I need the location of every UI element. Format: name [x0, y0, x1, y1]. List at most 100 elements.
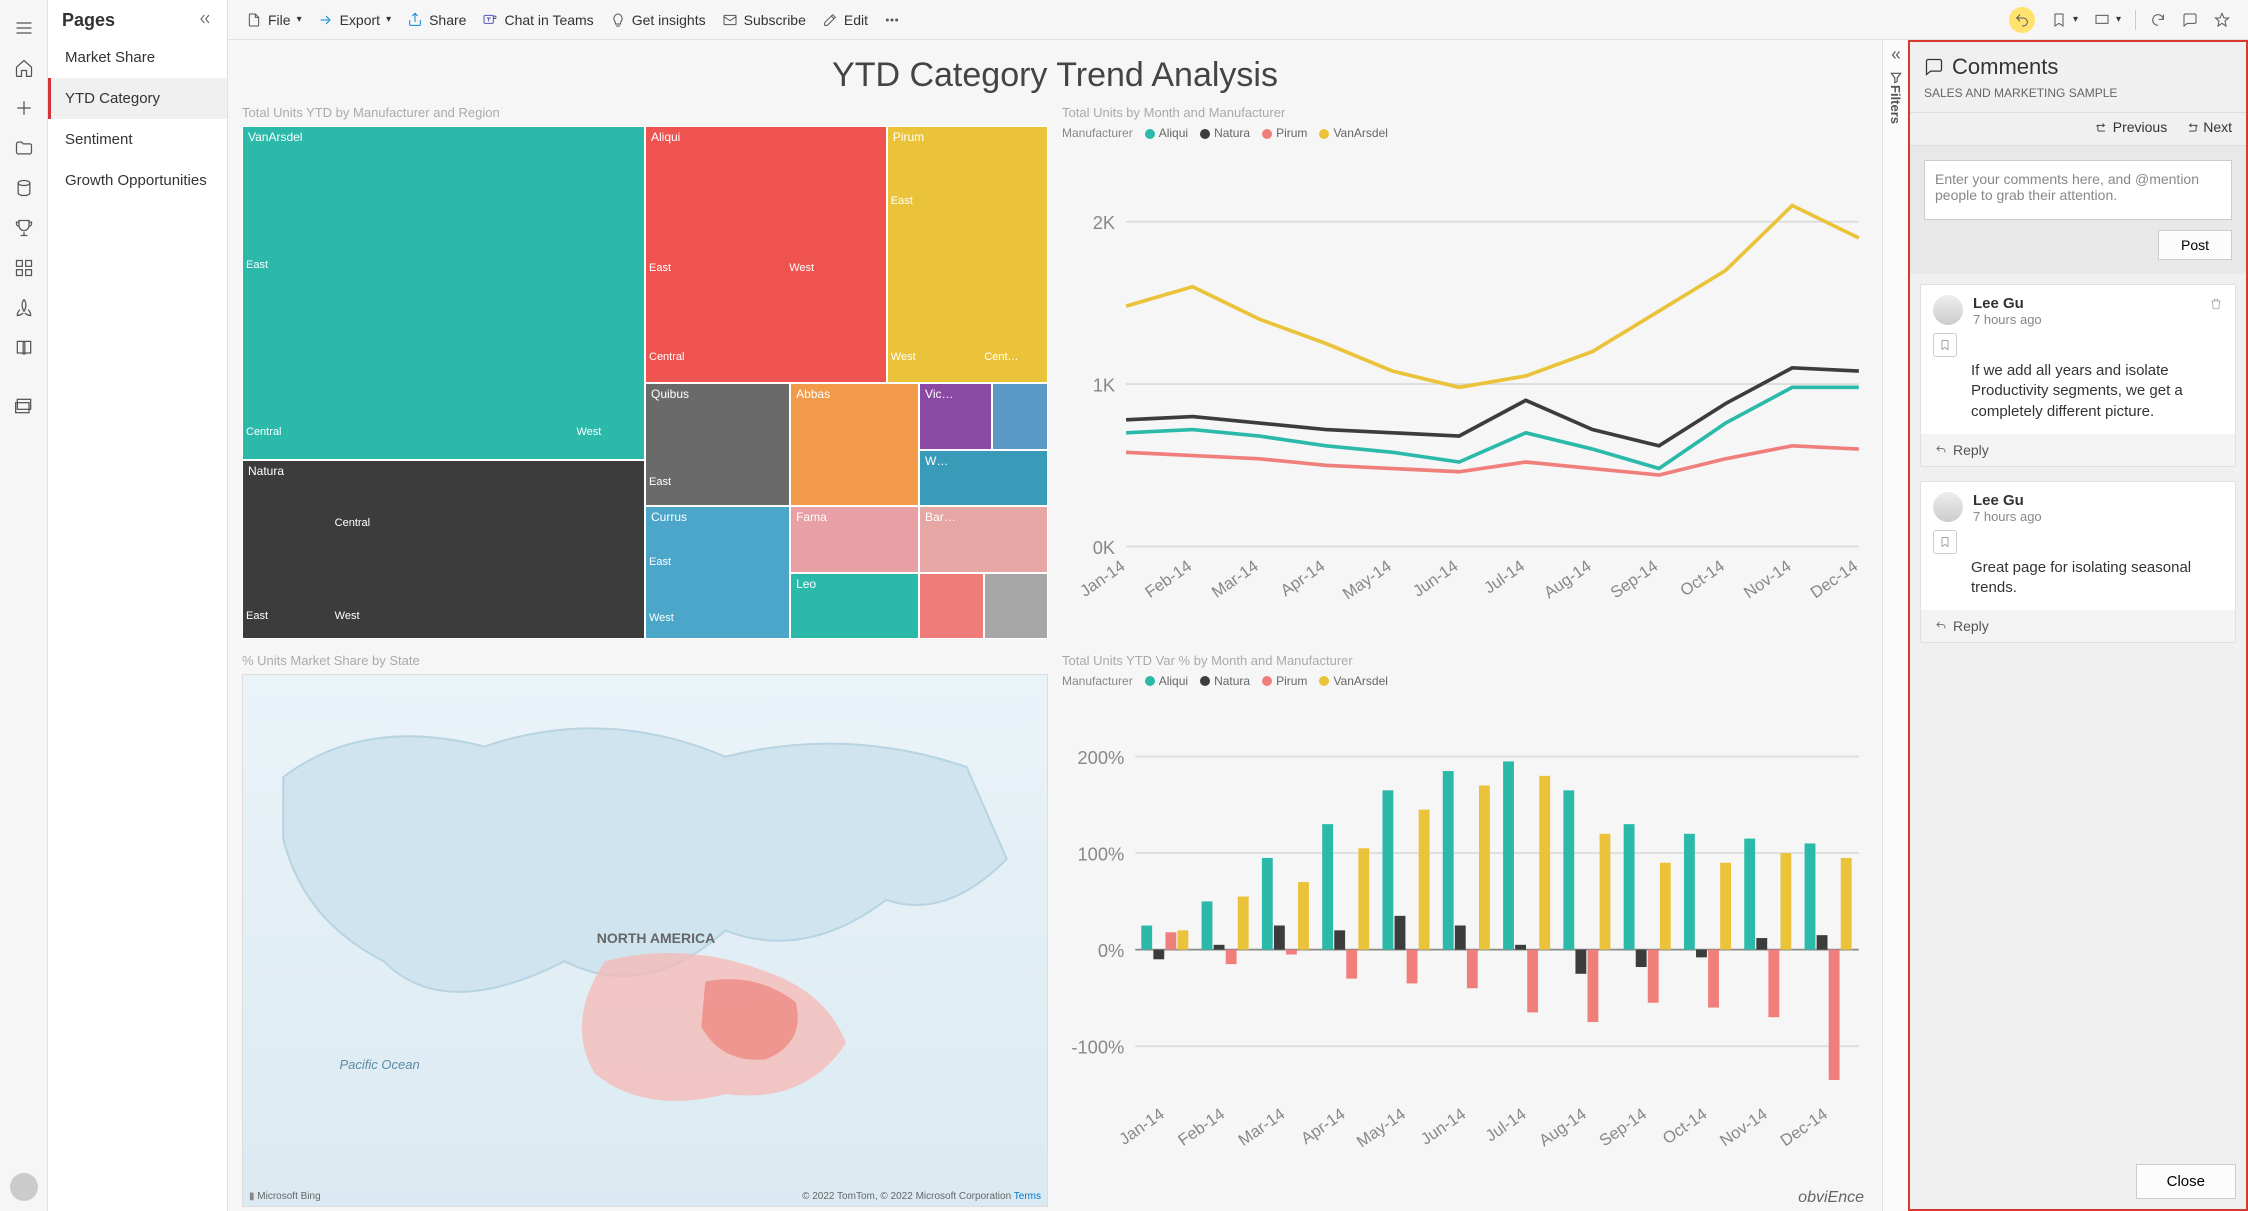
- comment-avatar: [1933, 295, 1963, 325]
- svg-text:Sep-14: Sep-14: [1596, 1104, 1650, 1149]
- svg-text:0%: 0%: [1098, 939, 1124, 960]
- svg-text:Jul-14: Jul-14: [1481, 557, 1528, 597]
- svg-text:Jun-14: Jun-14: [1418, 1104, 1470, 1148]
- comment-avatar: [1933, 492, 1963, 522]
- map-terms-link[interactable]: Terms: [1014, 1191, 1041, 1202]
- left-nav-rail: [0, 0, 48, 1211]
- home-icon[interactable]: [0, 48, 48, 88]
- delete-comment-icon[interactable]: [2209, 297, 2223, 314]
- svg-text:Mar-14: Mar-14: [1209, 557, 1262, 602]
- svg-text:Feb-14: Feb-14: [1142, 557, 1195, 602]
- map-visual[interactable]: % Units Market Share by State NORTH AMER…: [242, 653, 1048, 1187]
- svg-text:Oct-14: Oct-14: [1677, 557, 1728, 600]
- subscribe-button[interactable]: Subscribe: [714, 8, 814, 32]
- data-hub-icon[interactable]: [0, 168, 48, 208]
- close-comments-button[interactable]: Close: [2136, 1164, 2236, 1199]
- learn-icon[interactable]: [0, 328, 48, 368]
- report-toolbar: File▾ Export▾ Share Chat in Teams Get in…: [228, 0, 2248, 40]
- svg-text:Dec-14: Dec-14: [1807, 557, 1861, 602]
- chat-teams-button[interactable]: Chat in Teams: [474, 8, 601, 32]
- expand-filters-icon[interactable]: [1889, 48, 1903, 65]
- svg-text:Feb-14: Feb-14: [1175, 1104, 1228, 1149]
- svg-text:Mar-14: Mar-14: [1235, 1104, 1288, 1149]
- deployment-icon[interactable]: [0, 288, 48, 328]
- svg-text:Jan-14: Jan-14: [1077, 557, 1129, 601]
- comments-prev-button[interactable]: Previous: [2095, 119, 2167, 135]
- reset-button[interactable]: [2001, 3, 2043, 37]
- report-title: YTD Category Trend Analysis: [242, 56, 1868, 95]
- edit-button[interactable]: Edit: [814, 8, 876, 32]
- bookmark-link-icon[interactable]: [1933, 530, 1957, 554]
- svg-text:Aug-14: Aug-14: [1541, 557, 1595, 602]
- menu-icon[interactable]: [0, 8, 48, 48]
- svg-text:0K: 0K: [1093, 537, 1115, 558]
- svg-text:Sep-14: Sep-14: [1607, 557, 1661, 602]
- svg-text:May-14: May-14: [1354, 1104, 1409, 1150]
- user-avatar[interactable]: [10, 1173, 38, 1201]
- pages-panel: Pages Market ShareYTD CategorySentimentG…: [48, 0, 228, 1211]
- browse-icon[interactable]: [0, 128, 48, 168]
- page-item[interactable]: Market Share: [48, 37, 227, 78]
- comment-body: Great page for isolating seasonal trends…: [1921, 554, 2235, 611]
- create-icon[interactable]: [0, 88, 48, 128]
- share-button[interactable]: Share: [399, 8, 474, 32]
- comment-body: If we add all years and isolate Producti…: [1921, 357, 2235, 434]
- comment-icon: [1924, 57, 1944, 77]
- svg-text:Dec-14: Dec-14: [1777, 1104, 1831, 1149]
- view-button[interactable]: ▾: [2086, 8, 2129, 32]
- footer-logo: obviEnce: [1798, 1189, 1864, 1207]
- svg-text:1K: 1K: [1093, 374, 1115, 395]
- apps-icon[interactable]: [0, 248, 48, 288]
- goals-icon[interactable]: [0, 208, 48, 248]
- svg-text:Jul-14: Jul-14: [1482, 1104, 1529, 1144]
- page-item[interactable]: Growth Opportunities: [48, 160, 227, 201]
- comment-author: Lee Gu: [1973, 295, 2042, 312]
- report-canvas: YTD Category Trend Analysis Total Units …: [228, 40, 1882, 1211]
- svg-text:Jan-14: Jan-14: [1116, 1104, 1168, 1148]
- svg-text:Apr-14: Apr-14: [1277, 557, 1328, 600]
- collapse-pages-icon[interactable]: [197, 11, 213, 30]
- bar-chart-visual[interactable]: Total Units YTD Var % by Month and Manuf…: [1062, 653, 1868, 1187]
- comment-compose: Enter your comments here, and @mention p…: [1910, 146, 2246, 274]
- reply-button[interactable]: Reply: [1921, 610, 2235, 642]
- comments-panel: Comments SALES AND MARKETING SAMPLE Prev…: [1908, 40, 2248, 1211]
- refresh-button[interactable]: [2142, 8, 2174, 32]
- bookmark-link-icon[interactable]: [1933, 333, 1957, 357]
- comments-title: Comments: [1924, 54, 2232, 80]
- svg-text:Nov-14: Nov-14: [1741, 557, 1795, 602]
- favorite-button[interactable]: [2206, 8, 2238, 32]
- svg-text:May-14: May-14: [1340, 557, 1395, 603]
- treemap-visual[interactable]: Total Units YTD by Manufacturer and Regi…: [242, 105, 1048, 639]
- bookmark-button[interactable]: ▾: [2043, 8, 2086, 32]
- comment-card: Lee Gu7 hours agoGreat page for isolatin…: [1920, 481, 2236, 644]
- comment-time: 7 hours ago: [1973, 312, 2042, 327]
- comment-author: Lee Gu: [1973, 492, 2042, 509]
- comment-card: Lee Gu7 hours ago If we add all years and…: [1920, 284, 2236, 467]
- svg-text:Oct-14: Oct-14: [1660, 1104, 1711, 1147]
- comment-toggle-button[interactable]: [2174, 8, 2206, 32]
- filter-icon: [1889, 71, 1903, 85]
- filters-pane-collapsed[interactable]: Filters: [1882, 40, 1908, 1211]
- reply-button[interactable]: Reply: [1921, 434, 2235, 466]
- comments-next-button[interactable]: Next: [2185, 119, 2232, 135]
- page-item[interactable]: Sentiment: [48, 119, 227, 160]
- svg-text:200%: 200%: [1077, 746, 1124, 767]
- workspaces-icon[interactable]: [0, 386, 48, 426]
- svg-text:-100%: -100%: [1071, 1036, 1124, 1057]
- comment-input[interactable]: Enter your comments here, and @mention p…: [1924, 160, 2232, 220]
- file-menu[interactable]: File▾: [238, 8, 310, 32]
- pages-title: Pages: [62, 10, 115, 31]
- export-menu[interactable]: Export▾: [310, 8, 400, 32]
- svg-text:Nov-14: Nov-14: [1717, 1104, 1771, 1149]
- main-area: File▾ Export▾ Share Chat in Teams Get in…: [228, 0, 2248, 1211]
- svg-text:Aug-14: Aug-14: [1536, 1104, 1590, 1149]
- svg-text:100%: 100%: [1077, 843, 1124, 864]
- comments-subtitle: SALES AND MARKETING SAMPLE: [1924, 86, 2232, 100]
- svg-text:Jun-14: Jun-14: [1410, 557, 1462, 601]
- line-chart-visual[interactable]: Total Units by Month and Manufacturer Ma…: [1062, 105, 1868, 639]
- more-icon[interactable]: [876, 8, 908, 32]
- page-item[interactable]: YTD Category: [48, 78, 227, 119]
- insights-button[interactable]: Get insights: [602, 8, 714, 32]
- post-comment-button[interactable]: Post: [2158, 230, 2232, 260]
- svg-text:Apr-14: Apr-14: [1298, 1104, 1349, 1147]
